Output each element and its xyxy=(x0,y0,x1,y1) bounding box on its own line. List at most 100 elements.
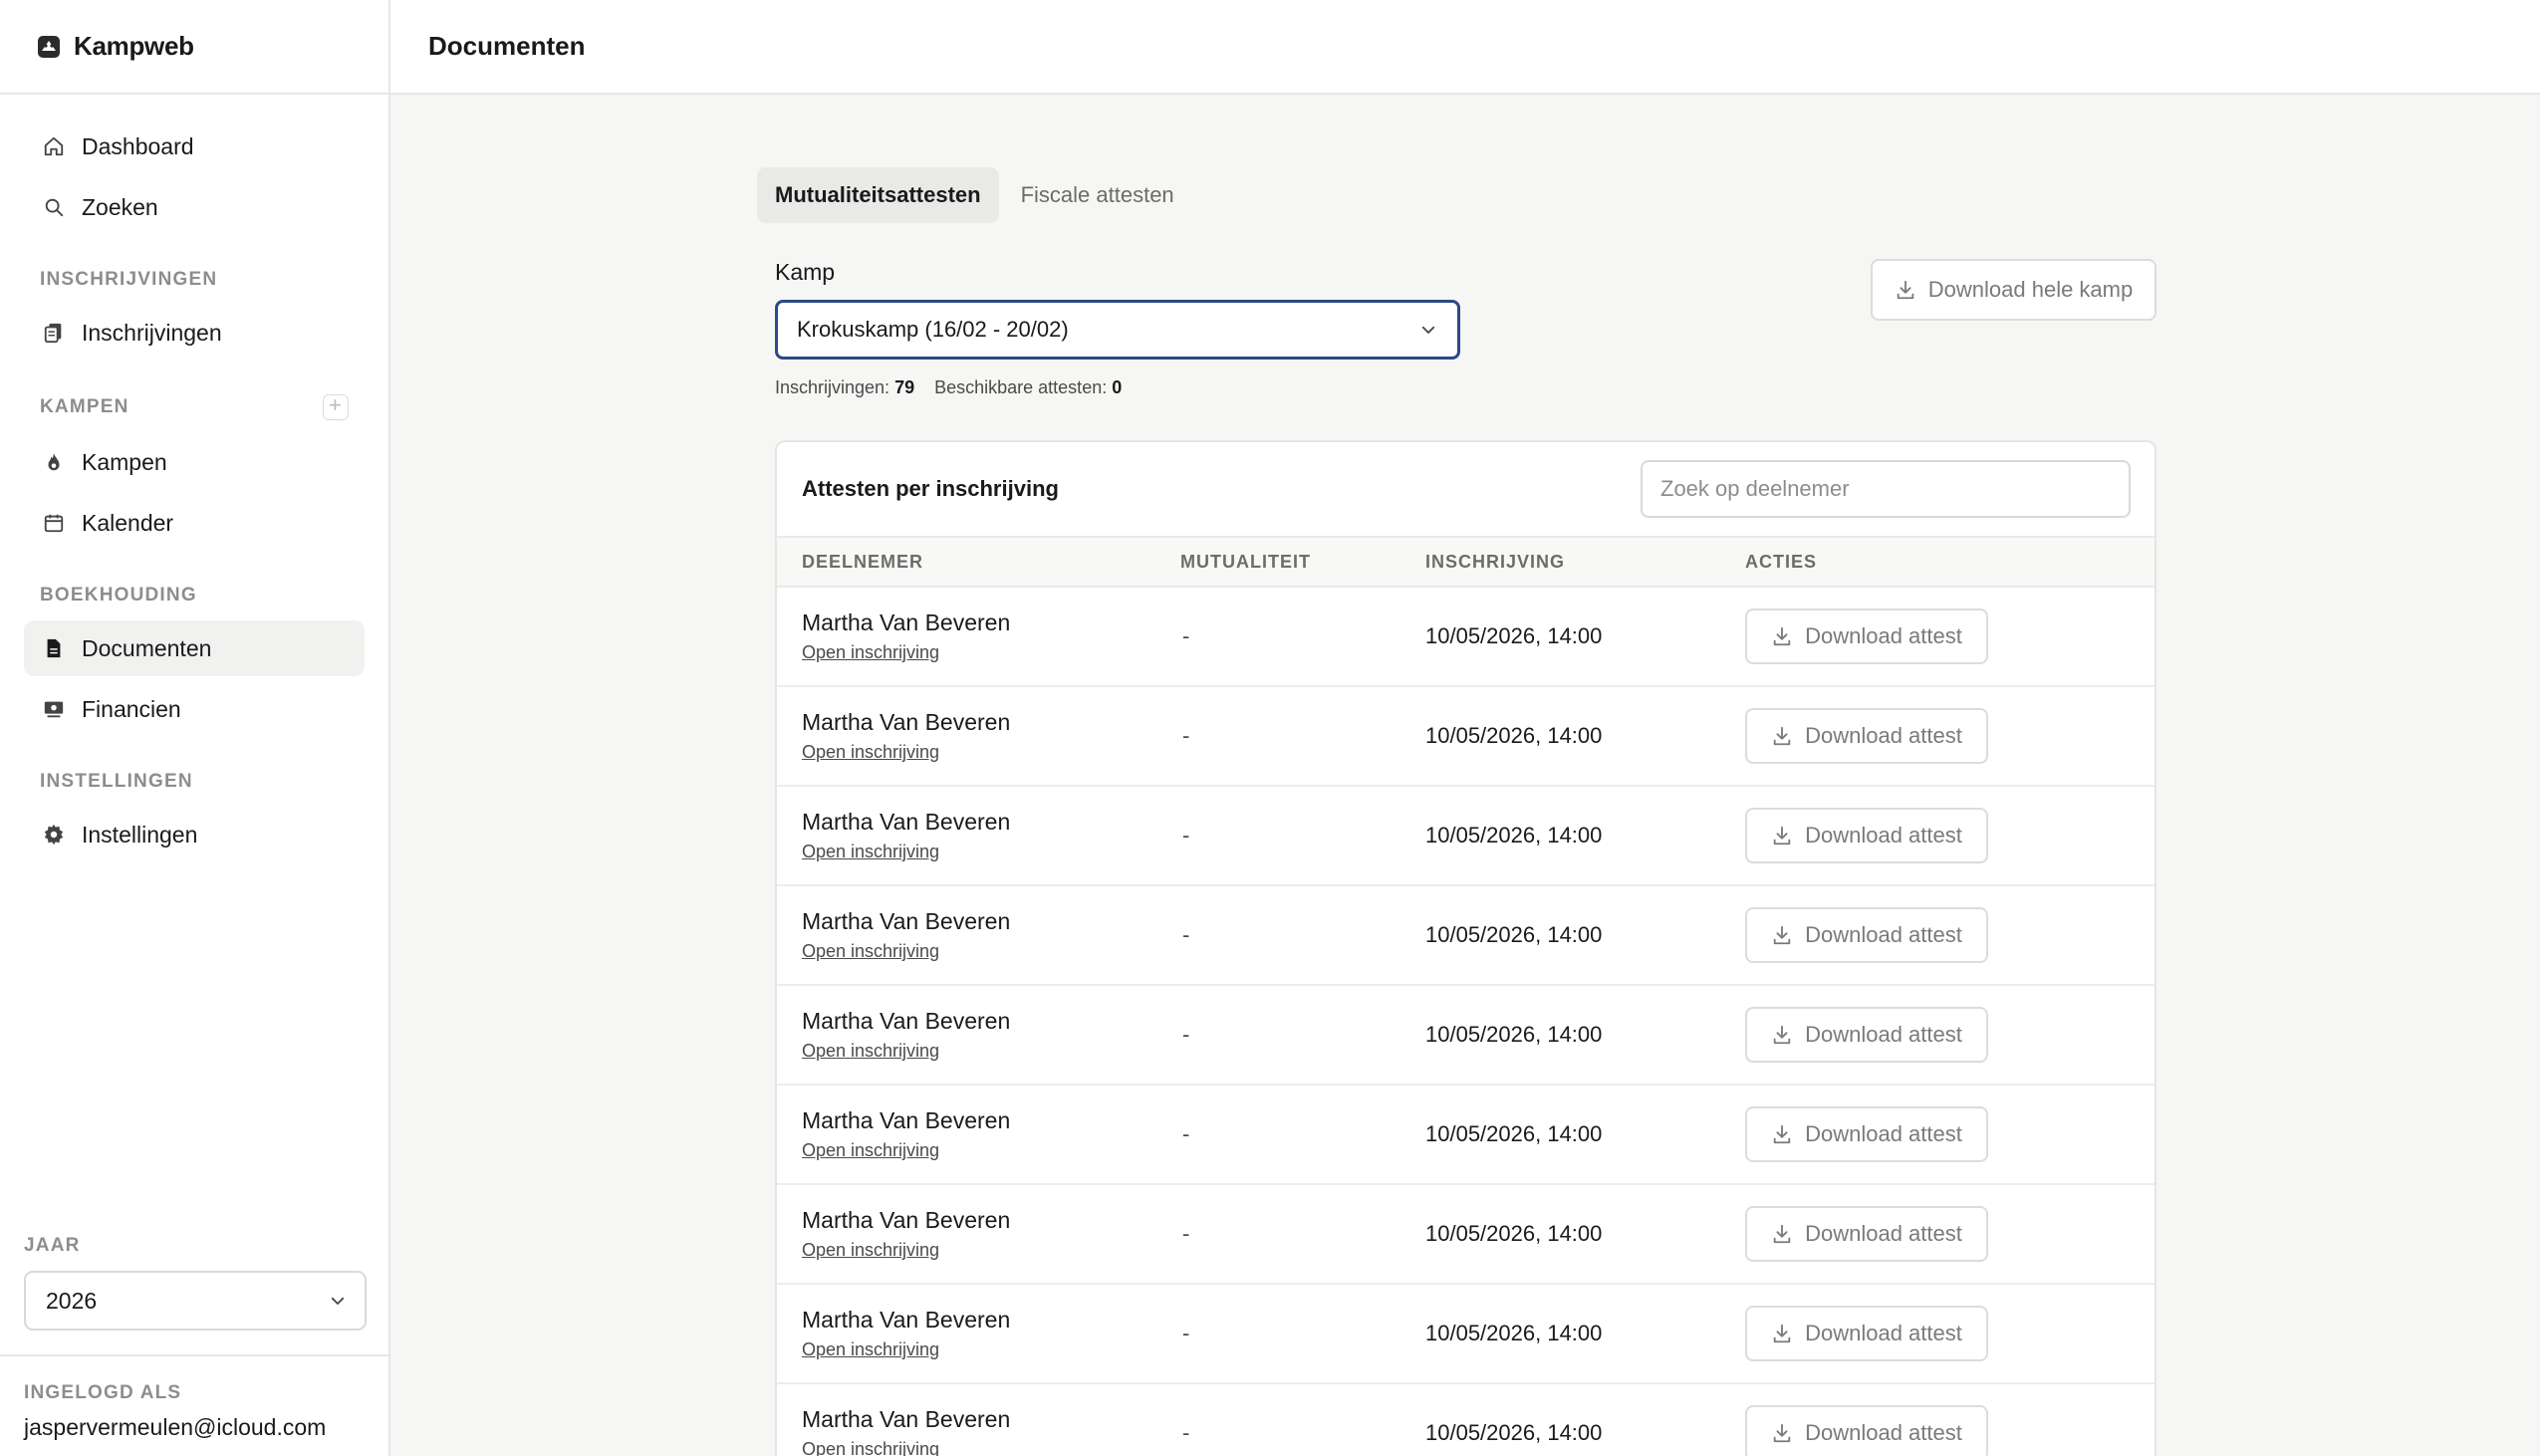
participant-name: Martha Van Beveren xyxy=(802,1107,1011,1133)
cell-acties: Download attest xyxy=(1745,1106,2155,1162)
download-attest-button[interactable]: Download attest xyxy=(1745,1306,1988,1361)
sidebar-item-inschrijvingen[interactable]: Inschrijvingen xyxy=(24,305,365,361)
download-attest-button[interactable]: Download attest xyxy=(1745,1106,1988,1162)
cell-deelnemer: Martha Van Beveren Open inschrijving xyxy=(777,809,1180,862)
cell-acties: Download attest xyxy=(1745,1306,2155,1361)
user-label: INGELOGD ALS xyxy=(24,1382,182,1403)
cell-inschrijving: 10/05/2026, 14:00 xyxy=(1425,1121,1603,1146)
sidebar-item-label: Financien xyxy=(82,695,181,722)
open-inschrijving-link[interactable]: Open inschrijving xyxy=(802,1041,939,1062)
jaar-select[interactable]: 2026 xyxy=(24,1271,367,1331)
download-attest-label: Download attest xyxy=(1805,1420,1962,1445)
attesten-card: Attesten per inschrijving DEELNEMER MUTU… xyxy=(775,440,2157,1456)
brand[interactable]: Kampweb xyxy=(0,0,388,95)
cell-acties: Download attest xyxy=(1745,1405,2155,1456)
download-hele-kamp-button[interactable]: Download hele kamp xyxy=(1871,259,2157,321)
download-attest-button[interactable]: Download attest xyxy=(1745,1405,1988,1456)
download-icon xyxy=(1773,1224,1791,1244)
participant-name: Martha Van Beveren xyxy=(802,709,1011,735)
open-inschrijving-link[interactable]: Open inschrijving xyxy=(802,1439,939,1456)
user-email[interactable]: jaspervermeulen@icloud.com xyxy=(24,1414,388,1441)
open-inschrijving-link[interactable]: Open inschrijving xyxy=(802,1140,939,1161)
open-inschrijving-link[interactable]: Open inschrijving xyxy=(802,642,939,663)
chevron-down-icon xyxy=(1421,326,1435,334)
stat-value: 0 xyxy=(1112,377,1123,397)
download-attest-label: Download attest xyxy=(1805,723,1962,748)
sidebar-item-dashboard[interactable]: Dashboard xyxy=(24,119,365,174)
kamp-select[interactable]: Krokuskamp (16/02 - 20/02) xyxy=(775,300,1460,360)
cell-inschrijving: 10/05/2026, 14:00 xyxy=(1425,1420,1603,1445)
download-icon xyxy=(1773,726,1791,746)
cell-acties: Download attest xyxy=(1745,608,2155,664)
download-icon xyxy=(1773,925,1791,945)
tab-fiscale-attesten[interactable]: Fiscale attesten xyxy=(1003,167,1192,223)
open-inschrijving-link[interactable]: Open inschrijving xyxy=(802,1339,939,1360)
page-title: Documenten xyxy=(428,31,586,61)
cell-acties: Download attest xyxy=(1745,907,2155,963)
download-icon xyxy=(1897,280,1914,300)
cell-deelnemer: Martha Van Beveren Open inschrijving xyxy=(777,709,1180,763)
download-attest-button[interactable]: Download attest xyxy=(1745,608,1988,664)
section-label-text: KAMPEN xyxy=(40,396,129,417)
open-inschrijving-link[interactable]: Open inschrijving xyxy=(802,941,939,962)
topbar: Documenten xyxy=(390,0,2540,95)
search-input[interactable] xyxy=(1641,460,2131,518)
tab-mutualiteitsattesten[interactable]: Mutualiteitsattesten xyxy=(757,167,999,223)
sidebar-item-label: Dashboard xyxy=(82,132,194,159)
sidebar-item-label: Kalender xyxy=(82,509,174,536)
jaar-selector: JAAR 2026 xyxy=(24,1235,367,1331)
add-kamp-button[interactable]: + xyxy=(323,394,349,420)
cell-mutualiteit: - xyxy=(1182,1121,1190,1146)
download-icon xyxy=(1773,1423,1791,1443)
download-attest-button[interactable]: Download attest xyxy=(1745,1007,1988,1063)
download-attest-button[interactable]: Download attest xyxy=(1745,1206,1988,1262)
sidebar-item-label: Documenten xyxy=(82,634,212,661)
chevron-down-icon xyxy=(331,1297,345,1305)
cell-deelnemer: Martha Van Beveren Open inschrijving xyxy=(777,908,1180,962)
sidebar-item-documenten[interactable]: Documenten xyxy=(24,620,365,676)
cell-mutualiteit: - xyxy=(1182,723,1190,748)
table-body: Martha Van Beveren Open inschrijving - 1… xyxy=(777,588,2155,1456)
gear-icon xyxy=(42,823,66,847)
sidebar-item-label: Instellingen xyxy=(82,821,198,848)
participant-name: Martha Van Beveren xyxy=(802,1307,1011,1333)
download-icon xyxy=(1773,826,1791,846)
fire-icon xyxy=(42,450,66,474)
participant-name: Martha Van Beveren xyxy=(802,1008,1011,1034)
cell-acties: Download attest xyxy=(1745,808,2155,863)
download-hele-kamp-label: Download hele kamp xyxy=(1927,277,2134,302)
sidebar-item-financien[interactable]: Financien xyxy=(24,681,365,737)
participant-name: Martha Van Beveren xyxy=(802,1207,1011,1233)
sidebar-item-kalender[interactable]: Kalender xyxy=(24,495,365,551)
sidebar: Kampweb Dashboard Zoeken INSCHRIJVINGEN … xyxy=(0,0,390,1456)
download-attest-button[interactable]: Download attest xyxy=(1745,708,1988,764)
open-inschrijving-link[interactable]: Open inschrijving xyxy=(802,742,939,763)
sidebar-item-kampen[interactable]: Kampen xyxy=(24,434,365,490)
cell-deelnemer: Martha Van Beveren Open inschrijving xyxy=(777,1406,1180,1456)
stat-value: 79 xyxy=(894,377,915,397)
sidebar-item-zoeken[interactable]: Zoeken xyxy=(24,179,365,235)
column-header-inschrijving: INSCHRIJVING xyxy=(1425,551,1566,572)
cell-deelnemer: Martha Van Beveren Open inschrijving xyxy=(777,1207,1180,1261)
cell-deelnemer: Martha Van Beveren Open inschrijving xyxy=(777,1008,1180,1062)
download-icon xyxy=(1773,1124,1791,1144)
download-attest-label: Download attest xyxy=(1805,1321,1962,1345)
file-icon xyxy=(42,636,66,660)
section-label-instellingen: INSTELLINGEN xyxy=(40,771,349,793)
download-attest-button[interactable]: Download attest xyxy=(1745,808,1988,863)
download-attest-button[interactable]: Download attest xyxy=(1745,907,1988,963)
sidebar-item-instellingen[interactable]: Instellingen xyxy=(24,807,365,862)
open-inschrijving-link[interactable]: Open inschrijving xyxy=(802,1240,939,1261)
cell-deelnemer: Martha Van Beveren Open inschrijving xyxy=(777,1107,1180,1161)
logo-icon xyxy=(38,35,60,58)
open-inschrijving-link[interactable]: Open inschrijving xyxy=(802,842,939,862)
cell-inschrijving: 10/05/2026, 14:00 xyxy=(1425,623,1603,648)
kamp-stats: Inschrijvingen: 79 Beschikbare attesten:… xyxy=(775,377,2157,398)
download-icon xyxy=(1773,626,1791,646)
table-row: Martha Van Beveren Open inschrijving - 1… xyxy=(777,588,2155,687)
cell-mutualiteit: - xyxy=(1182,1420,1190,1445)
section-label-text: INSTELLINGEN xyxy=(40,771,193,792)
download-attest-label: Download attest xyxy=(1805,1022,1962,1047)
stat-label: Beschikbare attesten: xyxy=(934,377,1108,397)
cell-inschrijving: 10/05/2026, 14:00 xyxy=(1425,823,1603,848)
